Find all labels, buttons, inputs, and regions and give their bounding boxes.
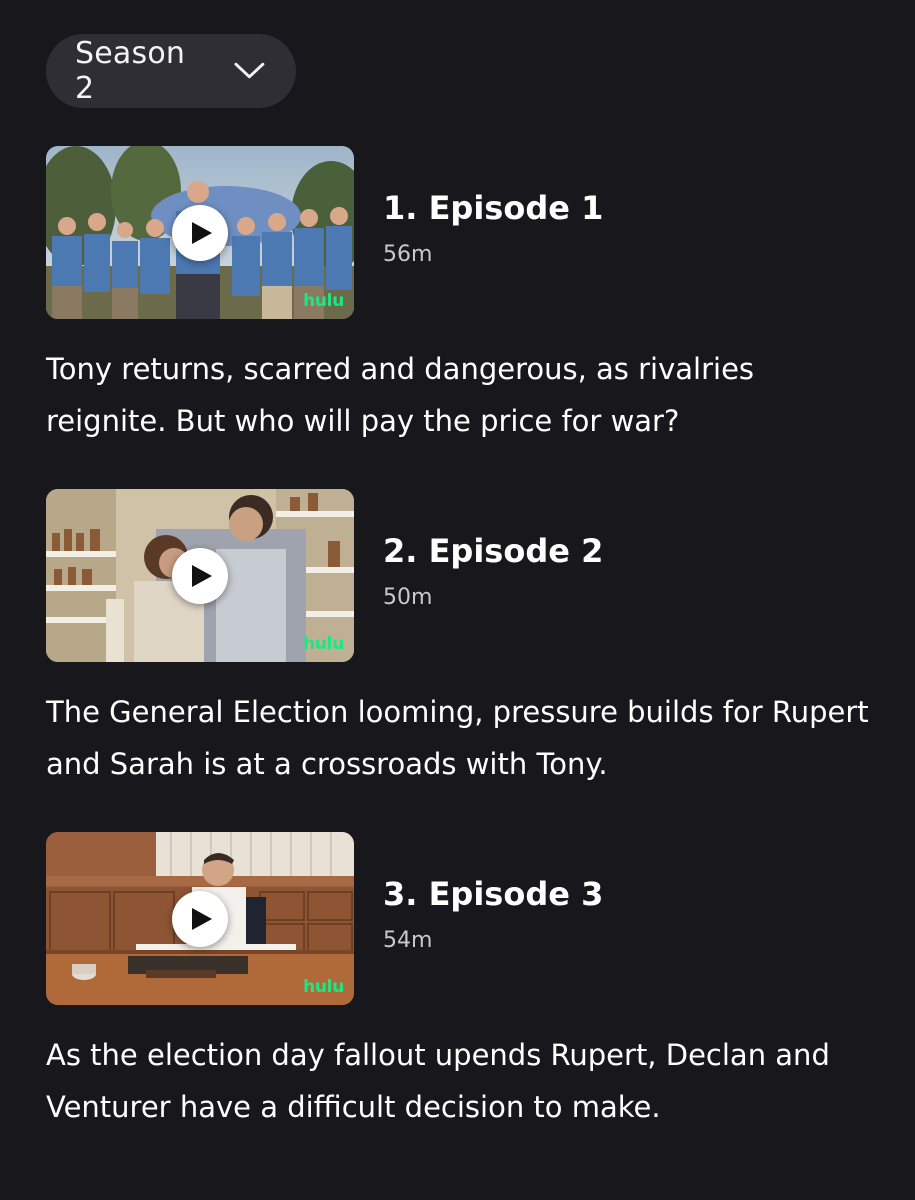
play-button[interactable] bbox=[172, 205, 228, 261]
episode-duration: 54m bbox=[383, 928, 433, 953]
episode-description: As the election day fallout upends Ruper… bbox=[46, 1038, 830, 1124]
chevron-down-icon bbox=[234, 62, 265, 79]
episode-thumbnail[interactable]: hulu bbox=[46, 832, 354, 1005]
season-dropdown-label: Season 2 bbox=[75, 36, 186, 106]
episode-item[interactable]: hulu 1. Episode 1 56m Tony returns, scar… bbox=[46, 146, 866, 447]
episode-duration: 50m bbox=[383, 585, 433, 610]
episode-description: The General Election looming, pressure b… bbox=[46, 695, 869, 781]
play-icon bbox=[192, 908, 212, 930]
hulu-logo: hulu bbox=[303, 291, 344, 311]
episode-title: 1. Episode 1 bbox=[383, 189, 604, 227]
play-icon bbox=[192, 565, 212, 587]
episode-list: hulu 1. Episode 1 56m Tony returns, scar… bbox=[46, 146, 915, 1133]
episode-duration: 56m bbox=[383, 242, 433, 267]
play-button[interactable] bbox=[172, 548, 228, 604]
episode-item[interactable]: hulu 3. Episode 3 54m As the election da… bbox=[46, 832, 866, 1133]
hulu-logo: hulu bbox=[303, 634, 344, 654]
play-icon bbox=[192, 222, 212, 244]
episode-thumbnail[interactable]: hulu bbox=[46, 489, 354, 662]
episode-list-page: Season 2 hulu 1. Episode 1 56m Tony retu… bbox=[0, 0, 915, 1200]
episode-item[interactable]: hulu 2. Episode 2 50m The General Electi… bbox=[46, 489, 869, 790]
episode-title: 3. Episode 3 bbox=[383, 875, 604, 913]
hulu-logo: hulu bbox=[303, 977, 344, 997]
play-button[interactable] bbox=[172, 891, 228, 947]
episode-description: Tony returns, scarred and dangerous, as … bbox=[46, 352, 755, 438]
episode-thumbnail[interactable]: hulu bbox=[46, 146, 354, 319]
episode-title: 2. Episode 2 bbox=[383, 532, 604, 570]
season-dropdown[interactable]: Season 2 bbox=[46, 34, 296, 108]
